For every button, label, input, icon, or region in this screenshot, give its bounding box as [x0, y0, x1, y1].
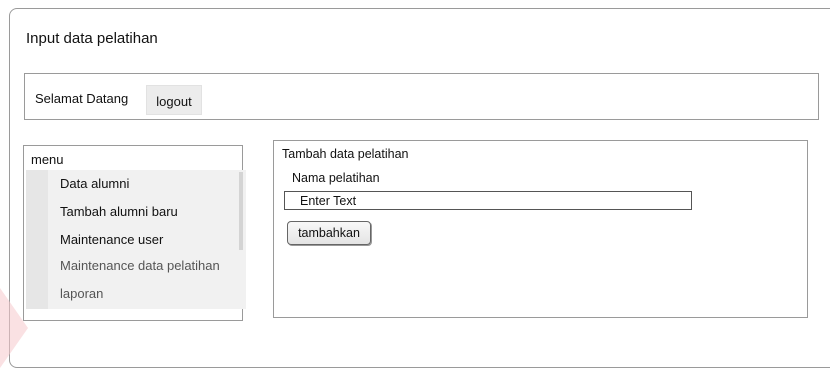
training-name-input[interactable] [284, 191, 692, 210]
welcome-text: Selamat Datang [35, 91, 129, 106]
logout-button[interactable]: logout [146, 85, 202, 115]
menu-scrollbar[interactable] [239, 172, 243, 250]
menu-item-data-alumni[interactable]: Data alumni [60, 176, 129, 191]
add-button[interactable]: tambahkan [287, 221, 371, 245]
form-title: Tambah data pelatihan [282, 147, 409, 161]
welcome-bar: Selamat Datang logout [24, 73, 819, 120]
add-training-form: Tambah data pelatihan Nama pelatihan tam… [273, 140, 808, 318]
page-title: Input data pelatihan [26, 30, 158, 47]
training-name-label: Nama pelatihan [292, 171, 380, 185]
menu-item-laporan[interactable]: laporan [60, 286, 103, 301]
menu-item-tambah-alumni-baru[interactable]: Tambah alumni baru [60, 204, 178, 219]
menu-item-maintenance-data-pelatihan[interactable]: Maintenance data pelatihan [60, 258, 220, 273]
menu-item-maintenance-user[interactable]: Maintenance user [60, 232, 163, 247]
menu-header: menu [31, 152, 64, 167]
menu-list: Data alumni Tambah alumni baru Maintenan… [26, 170, 246, 309]
menu-panel: menu Data alumni Tambah alumni baru Main… [23, 145, 246, 321]
